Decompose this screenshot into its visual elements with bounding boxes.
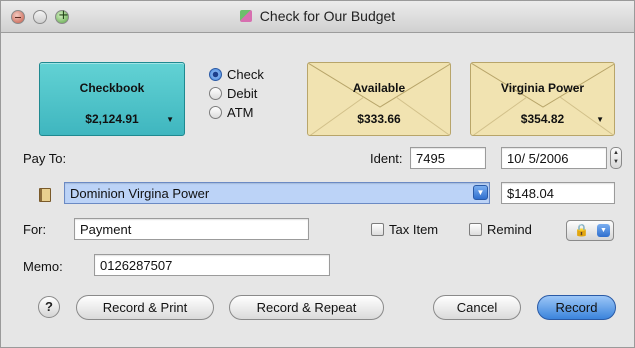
payee-dropdown-icon[interactable]: ▼ (473, 185, 488, 200)
radio-debit-label: Debit (227, 86, 258, 101)
checkbox-icon (469, 223, 482, 236)
stepper-up-icon[interactable]: ▲ (613, 150, 619, 157)
amount-field[interactable]: $148.04 (501, 182, 615, 204)
remind-checkbox[interactable]: Remind (469, 222, 532, 238)
radio-check-label: Check (227, 67, 264, 82)
help-button[interactable]: ? (38, 296, 60, 318)
remind-label: Remind (487, 222, 532, 237)
checkbook-name: Checkbook (79, 81, 145, 95)
memo-label: Memo: (23, 259, 63, 274)
for-label: For: (23, 222, 47, 237)
record-repeat-button[interactable]: Record & Repeat (229, 295, 384, 320)
window-title: Check for Our Budget (259, 8, 396, 24)
radio-atm[interactable]: ATM (209, 103, 264, 122)
budget-app-icon (239, 10, 252, 22)
memo-field[interactable]: 0126287507 (94, 254, 330, 276)
tax-item-checkbox[interactable]: Tax Item (371, 222, 438, 238)
icon-popup-button[interactable]: 🔒 ▼ (566, 220, 614, 241)
radio-atm-label: ATM (227, 105, 254, 120)
stepper-down-icon[interactable]: ▼ (613, 159, 619, 166)
radio-check[interactable]: Check (209, 65, 264, 84)
checkbook-balance: $2,124.91 (85, 112, 139, 126)
chevron-down-icon: ▼ (597, 224, 610, 237)
radio-unselected-icon (209, 106, 222, 119)
title-bar[interactable]: Check for Our Budget (1, 1, 634, 33)
address-book-icon[interactable] (39, 188, 51, 202)
available-name: Available (352, 81, 406, 95)
virginia-power-balance: $354.82 (520, 112, 565, 126)
lock-icon: 🔒 (574, 223, 589, 237)
check-dialog-window: Check for Our Budget Checkbook $2,124.91… (0, 0, 635, 348)
virginia-power-envelope-button[interactable]: Virginia Power $354.82 ▼ (470, 62, 615, 136)
available-envelope-button[interactable]: Available $333.66 (307, 62, 451, 136)
radio-unselected-icon (209, 87, 222, 100)
transaction-type-radio-group: Check Debit ATM (209, 65, 264, 122)
date-stepper[interactable]: ▲ ▼ (610, 147, 622, 169)
payee-combobox[interactable]: Dominion Virgina Power (64, 182, 490, 204)
ident-field[interactable]: 7495 (410, 147, 486, 169)
cancel-button[interactable]: Cancel (433, 295, 521, 320)
record-button[interactable]: Record (537, 295, 616, 320)
ident-label: Ident: (370, 151, 403, 166)
chevron-down-icon: ▼ (166, 115, 174, 124)
tax-item-label: Tax Item (389, 222, 439, 237)
chevron-down-icon: ▼ (596, 115, 604, 124)
pay-to-label: Pay To: (23, 151, 67, 166)
checkbox-icon (371, 223, 384, 236)
for-field[interactable]: Payment (74, 218, 309, 240)
record-print-button[interactable]: Record & Print (76, 295, 214, 320)
date-field[interactable]: 10/ 5/2006 (501, 147, 607, 169)
checkbook-account-button[interactable]: Checkbook $2,124.91 ▼ (39, 62, 185, 136)
window-title-group: Check for Our Budget (1, 8, 634, 24)
radio-selected-icon (209, 68, 222, 81)
available-balance: $333.66 (357, 112, 401, 126)
virginia-power-name: Virginia Power (500, 81, 585, 95)
radio-debit[interactable]: Debit (209, 84, 264, 103)
